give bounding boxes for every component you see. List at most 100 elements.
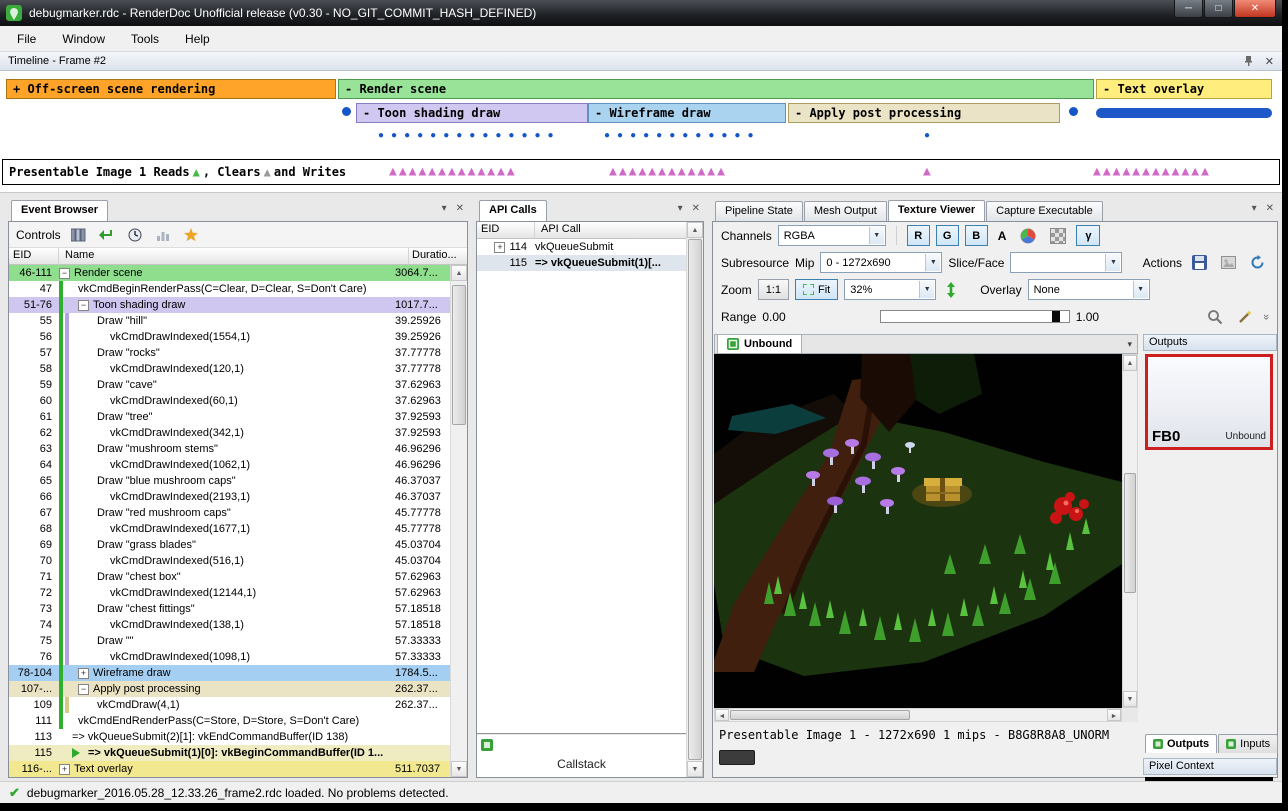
event-row[interactable]: 73Draw "chest fittings"57.18518 bbox=[9, 601, 450, 617]
overlay-select[interactable]: None ▼ bbox=[1028, 279, 1150, 300]
save-icon[interactable] bbox=[1188, 252, 1211, 273]
timeline-bar-offscreen[interactable]: + Off-screen scene rendering bbox=[6, 79, 336, 99]
close-button[interactable]: ✕ bbox=[1234, 0, 1276, 18]
event-row[interactable]: 63Draw "mushroom stems"46.96296 bbox=[9, 441, 450, 457]
event-row[interactable]: 64vkCmdDrawIndexed(1062,1)46.96296 bbox=[9, 457, 450, 473]
api-calls-scrollbar[interactable]: ▲ ▼ bbox=[686, 222, 703, 777]
timeline-bar-text-overlay[interactable]: - Text overlay bbox=[1096, 79, 1272, 99]
timeline-bar-wireframe[interactable]: - Wireframe draw bbox=[588, 103, 786, 123]
texture-list-dropdown-icon[interactable]: ▾ bbox=[1127, 339, 1132, 350]
tree-toggle-icon[interactable]: + bbox=[78, 668, 89, 679]
event-row[interactable]: 116-...+Text overlay511.7037 bbox=[9, 761, 450, 777]
range-min-value[interactable]: 0.00 bbox=[762, 310, 785, 324]
timeline-close-icon[interactable]: ✕ bbox=[1265, 55, 1274, 68]
texture-tab-unbound[interactable]: Unbound bbox=[717, 334, 802, 353]
scrollbar-thumb[interactable] bbox=[452, 285, 466, 425]
event-browser-scrollbar[interactable]: ▲ ▼ bbox=[450, 265, 467, 777]
event-row[interactable]: 57Draw "rocks"37.77778 bbox=[9, 345, 450, 361]
menu-file[interactable]: File bbox=[4, 28, 49, 50]
column-eid[interactable]: EID bbox=[9, 248, 59, 264]
tab-pipeline-state[interactable]: Pipeline State bbox=[715, 201, 803, 221]
event-row[interactable]: 65Draw "blue mushroom caps"46.37037 bbox=[9, 473, 450, 489]
stats-icon[interactable] bbox=[153, 225, 173, 245]
timeline-text-overlay-marker[interactable] bbox=[1096, 108, 1272, 118]
event-row[interactable]: 115=> vkQueueSubmit(1)[0]: vkBeginComman… bbox=[9, 745, 450, 761]
scroll-up-icon[interactable]: ▲ bbox=[687, 222, 703, 238]
tree-toggle-icon[interactable]: − bbox=[78, 300, 89, 311]
panel-menu-icon[interactable]: ▾ bbox=[442, 203, 447, 214]
refresh-icon[interactable] bbox=[1246, 252, 1269, 273]
tab-inputs[interactable]: Inputs bbox=[1218, 734, 1278, 753]
column-eid[interactable]: EID bbox=[477, 222, 535, 238]
fb0-thumbnail[interactable]: FB0 Unbound bbox=[1145, 354, 1273, 450]
event-row[interactable]: 78-104+Wireframe draw1784.5... bbox=[9, 665, 450, 681]
event-row[interactable]: 61Draw "tree"37.92593 bbox=[9, 409, 450, 425]
column-name[interactable]: Name bbox=[59, 248, 409, 264]
tree-toggle-icon[interactable]: + bbox=[59, 764, 70, 775]
texture-vscrollbar[interactable]: ▲ ▼ bbox=[1122, 354, 1138, 708]
tab-api-calls[interactable]: API Calls bbox=[479, 200, 547, 221]
checkerboard-icon[interactable] bbox=[1046, 225, 1070, 246]
timeline-bar-post-processing[interactable]: - Apply post processing bbox=[788, 103, 1060, 123]
tree-toggle-icon[interactable]: − bbox=[78, 684, 89, 695]
time-durations-icon[interactable] bbox=[125, 225, 145, 245]
timeline-event-dot[interactable] bbox=[342, 107, 351, 116]
event-row[interactable]: 72vkCmdDrawIndexed(12144,1)57.62963 bbox=[9, 585, 450, 601]
tab-texture-viewer[interactable]: Texture Viewer bbox=[888, 200, 985, 221]
scroll-down-icon[interactable]: ▼ bbox=[1123, 691, 1137, 707]
flip-y-icon[interactable] bbox=[942, 279, 960, 300]
column-duration[interactable]: Duratio... bbox=[409, 248, 467, 264]
event-row[interactable]: 59Draw "cave"37.62963 bbox=[9, 377, 450, 393]
select-columns-icon[interactable] bbox=[69, 225, 89, 245]
texture-display[interactable] bbox=[714, 354, 1122, 708]
event-row[interactable]: 76vkCmdDrawIndexed(1098,1)57.33333 bbox=[9, 649, 450, 665]
scroll-left-icon[interactable]: ◄ bbox=[715, 709, 729, 721]
panel-menu-icon[interactable]: ▾ bbox=[678, 203, 683, 214]
panel-close-icon[interactable]: ✕ bbox=[456, 203, 464, 214]
event-row[interactable]: 58vkCmdDrawIndexed(120,1)37.77778 bbox=[9, 361, 450, 377]
scroll-up-icon[interactable]: ▲ bbox=[1123, 355, 1137, 371]
event-row[interactable]: 67Draw "red mushroom caps"45.77778 bbox=[9, 505, 450, 521]
pin-icon[interactable] bbox=[1244, 55, 1253, 67]
scroll-down-icon[interactable]: ▼ bbox=[687, 761, 703, 777]
range-slider[interactable] bbox=[880, 310, 1070, 323]
event-row[interactable]: 62vkCmdDrawIndexed(342,1)37.92593 bbox=[9, 425, 450, 441]
zoom-input[interactable]: 32% ▼ bbox=[844, 279, 936, 300]
scrollbar-thumb[interactable] bbox=[688, 239, 702, 760]
menu-tools[interactable]: Tools bbox=[118, 28, 172, 50]
event-row[interactable]: 111vkCmdEndRenderPass(C=Store, D=Store, … bbox=[9, 713, 450, 729]
timeline-bar-toon-shading[interactable]: - Toon shading draw bbox=[356, 103, 588, 123]
timeline-event-dot[interactable] bbox=[1069, 107, 1078, 116]
tab-capture-executable[interactable]: Capture Executable bbox=[986, 201, 1103, 221]
texture-hscrollbar[interactable]: ◄ ► bbox=[714, 708, 1122, 722]
panel-close-icon[interactable]: ✕ bbox=[692, 203, 700, 214]
zoom-1to1-button[interactable]: 1:1 bbox=[758, 279, 789, 300]
scrollbar-thumb[interactable] bbox=[730, 710, 910, 720]
autofit-wand-icon[interactable] bbox=[1233, 306, 1257, 327]
minimize-button[interactable]: ─ bbox=[1174, 0, 1203, 18]
tab-event-browser[interactable]: Event Browser bbox=[11, 200, 108, 221]
scroll-down-icon[interactable]: ▼ bbox=[451, 761, 467, 777]
event-row[interactable]: 55Draw "hill"39.25926 bbox=[9, 313, 450, 329]
panel-menu-icon[interactable]: ▾ bbox=[1252, 203, 1257, 214]
api-call-row[interactable]: 115=> vkQueueSubmit(1)[... bbox=[477, 255, 686, 271]
event-row[interactable]: 68vkCmdDrawIndexed(1677,1)45.77778 bbox=[9, 521, 450, 537]
range-slider-thumb[interactable] bbox=[1052, 311, 1060, 322]
event-row[interactable]: 113=> vkQueueSubmit(2)[1]: vkEndCommandB… bbox=[9, 729, 450, 745]
event-row[interactable]: 69Draw "grass blades"45.03704 bbox=[9, 537, 450, 553]
api-call-row[interactable]: +114vkQueueSubmit bbox=[477, 239, 686, 255]
channel-alpha-button[interactable]: A bbox=[994, 225, 1011, 246]
event-row[interactable]: 66vkCmdDrawIndexed(2193,1)46.37037 bbox=[9, 489, 450, 505]
event-row[interactable]: 70vkCmdDrawIndexed(516,1)45.03704 bbox=[9, 553, 450, 569]
goto-eid-icon[interactable] bbox=[97, 225, 117, 245]
scroll-right-icon[interactable]: ► bbox=[1107, 709, 1121, 721]
event-row[interactable]: 75Draw ""57.33333 bbox=[9, 633, 450, 649]
event-row[interactable]: 56vkCmdDrawIndexed(1554,1)39.25926 bbox=[9, 329, 450, 345]
tab-mesh-output[interactable]: Mesh Output bbox=[804, 201, 887, 221]
tree-toggle-icon[interactable]: − bbox=[59, 268, 70, 279]
panel-close-icon[interactable]: ✕ bbox=[1266, 203, 1274, 214]
scroll-up-icon[interactable]: ▲ bbox=[451, 265, 467, 281]
column-api-call[interactable]: API Call bbox=[535, 222, 703, 238]
zoom-fit-button[interactable]: Fit bbox=[795, 279, 838, 300]
menu-help[interactable]: Help bbox=[172, 28, 223, 50]
